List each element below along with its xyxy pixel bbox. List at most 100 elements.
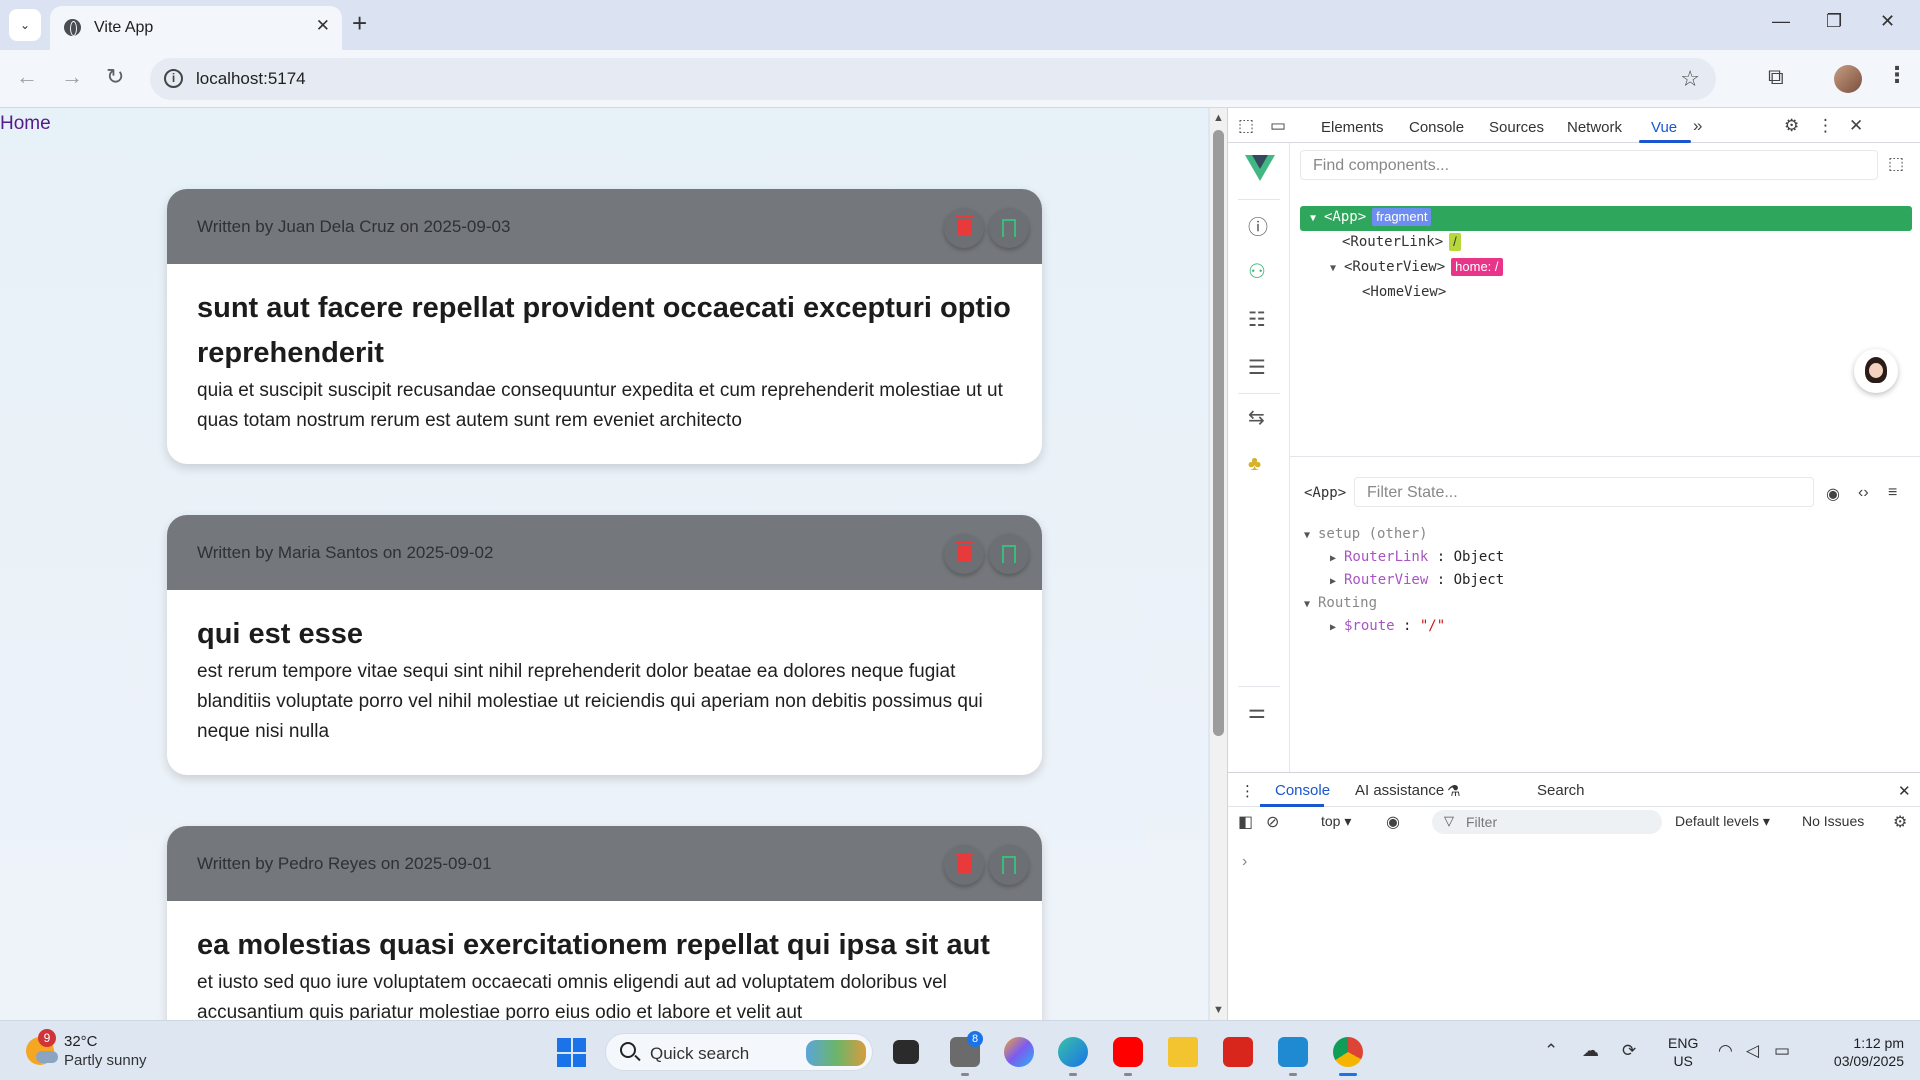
delete-button[interactable]	[944, 845, 984, 885]
expand-triangle-icon[interactable]: ▼	[1304, 524, 1318, 547]
console-settings-gear-icon[interactable]: ⚙	[1893, 812, 1907, 832]
minimize-button[interactable]: —	[1772, 11, 1790, 32]
expand-arrow-icon[interactable]: ▶	[1330, 616, 1344, 639]
tree-row-routerview[interactable]: ▼ <RouterView> home: /	[1300, 256, 1912, 281]
filter-state-input[interactable]: Filter State...	[1354, 477, 1814, 507]
close-window-button[interactable]: ✕	[1880, 11, 1895, 32]
close-devtools-icon[interactable]: ✕	[1849, 116, 1863, 136]
inspect-element-icon[interactable]: ⬚	[1238, 116, 1254, 136]
bookmark-button[interactable]	[989, 208, 1029, 248]
state-section-setup[interactable]: ▼ setup (other)	[1304, 523, 1504, 546]
browser-menu-icon[interactable]: ⋮	[1886, 62, 1908, 88]
drawer-tab-ai-assistance[interactable]: AI assistance	[1355, 782, 1444, 799]
scroll-up-icon[interactable]: ▲	[1213, 112, 1224, 124]
tree-row-homeview[interactable]: <HomeView>	[1300, 281, 1912, 306]
page-scrollbar[interactable]: ▲ ▼	[1210, 108, 1227, 1020]
tab-elements[interactable]: Elements	[1321, 119, 1384, 136]
settings-gear-icon[interactable]: ⚙	[1784, 116, 1799, 136]
expand-arrow-icon[interactable]: ▶	[1330, 570, 1344, 593]
code-icon[interactable]: ‹›	[1858, 484, 1869, 502]
wps-office-icon[interactable]	[1223, 1037, 1253, 1067]
bookmark-star-icon[interactable]: ☆	[1680, 66, 1700, 92]
onedrive-icon[interactable]: ☁	[1582, 1041, 1599, 1061]
live-expression-eye-icon[interactable]: ◉	[1386, 812, 1400, 832]
find-components-input[interactable]: Find components...	[1300, 150, 1878, 180]
expand-triangle-icon[interactable]: ▼	[1330, 257, 1344, 280]
sliders-icon[interactable]: ⚌	[1248, 699, 1266, 724]
profile-avatar[interactable]	[1834, 65, 1862, 93]
expand-triangle-icon[interactable]: ▼	[1310, 207, 1324, 230]
issues-counter[interactable]: No Issues	[1802, 813, 1864, 829]
taskbar-search[interactable]: Quick search	[605, 1033, 873, 1071]
tab-vue[interactable]: Vue	[1651, 119, 1677, 136]
tab-search-button[interactable]: ⌄	[9, 9, 41, 41]
router-icon[interactable]: ⇆	[1248, 405, 1265, 430]
tab-console[interactable]: Console	[1409, 119, 1464, 136]
device-toolbar-icon[interactable]: ▭	[1270, 116, 1286, 136]
expand-arrow-icon[interactable]: ▶	[1330, 547, 1344, 570]
youtube-icon[interactable]	[1113, 1037, 1143, 1067]
panel-divider[interactable]	[1290, 456, 1920, 457]
state-row[interactable]: ▶ RouterLink : Object	[1304, 546, 1504, 569]
forward-button[interactable]: →	[61, 64, 83, 90]
restore-button[interactable]: ❐	[1826, 11, 1842, 32]
extensions-icon[interactable]: ⧉	[1768, 64, 1784, 90]
language-indicator[interactable]: ENG US	[1668, 1034, 1698, 1070]
select-component-icon[interactable]: ⬚	[1888, 154, 1904, 174]
expand-triangle-icon[interactable]: ▼	[1304, 593, 1318, 616]
log-levels-dropdown[interactable]: Default levels ▾	[1675, 813, 1770, 830]
url-text[interactable]: localhost:5174	[196, 69, 306, 89]
timeline-icon[interactable]: ☰	[1248, 355, 1266, 380]
drawer-tab-console[interactable]: Console	[1275, 782, 1330, 799]
close-tab-icon[interactable]: ✕	[316, 16, 330, 36]
more-tabs-icon[interactable]: »	[1693, 116, 1702, 136]
new-tab-button[interactable]: +	[352, 10, 367, 36]
console-filter-input[interactable]: ▽ Filter	[1432, 810, 1662, 834]
sidebar-toggle-icon[interactable]: ◧	[1238, 812, 1253, 832]
site-info-icon[interactable]: i	[164, 69, 183, 88]
edge-icon[interactable]	[1058, 1037, 1088, 1067]
back-button[interactable]: ←	[16, 64, 38, 90]
scroll-down-icon[interactable]: ▼	[1213, 1004, 1224, 1016]
copilot-icon[interactable]	[1004, 1037, 1034, 1067]
vscode-icon[interactable]	[1278, 1037, 1308, 1067]
clear-console-icon[interactable]: ⊘	[1266, 812, 1279, 832]
wifi-icon[interactable]: ◠	[1718, 1041, 1733, 1061]
bookmark-button[interactable]	[989, 534, 1029, 574]
tab-network[interactable]: Network	[1567, 119, 1622, 136]
weather-description[interactable]: Partly sunny	[64, 1052, 147, 1069]
clock[interactable]: 1:12 pm 03/09/2025	[1818, 1034, 1904, 1070]
battery-icon[interactable]: ▭	[1774, 1041, 1790, 1061]
assistant-avatar[interactable]	[1854, 349, 1898, 393]
bookmark-button[interactable]	[989, 845, 1029, 885]
state-row[interactable]: ▶ RouterView : Object	[1304, 569, 1504, 592]
windows-start-icon[interactable]	[557, 1038, 586, 1067]
devtools-menu-icon[interactable]: ⋮	[1817, 116, 1834, 136]
reload-button[interactable]: ↻	[106, 64, 124, 90]
chrome-icon[interactable]	[1333, 1037, 1363, 1067]
eye-scan-icon[interactable]: ◉	[1826, 484, 1840, 504]
console-prompt[interactable]: ›	[1242, 853, 1247, 871]
context-selector[interactable]: top ▾	[1321, 813, 1351, 830]
info-icon[interactable]: ⓘ	[1248, 211, 1268, 240]
state-row[interactable]: ▶ $route : "/"	[1304, 615, 1504, 638]
drawer-menu-icon[interactable]: ⋮	[1240, 782, 1255, 800]
task-view-icon[interactable]	[893, 1040, 919, 1064]
tree-row-routerlink[interactable]: <RouterLink> /	[1300, 231, 1912, 256]
file-explorer-icon[interactable]	[1168, 1037, 1198, 1067]
volume-icon[interactable]: ◁	[1746, 1041, 1759, 1061]
collapse-icon[interactable]: ≡	[1888, 484, 1897, 502]
browser-tab[interactable]: Vite App ✕	[50, 6, 342, 50]
pinia-icon[interactable]: ♣	[1248, 453, 1261, 476]
sync-icon[interactable]: ⟳	[1622, 1041, 1636, 1061]
home-link[interactable]: Home	[0, 113, 51, 135]
close-drawer-icon[interactable]: ✕	[1898, 782, 1911, 800]
components-icon[interactable]: ⚇	[1248, 259, 1266, 284]
delete-button[interactable]	[944, 208, 984, 248]
state-section-routing[interactable]: ▼ Routing	[1304, 592, 1504, 615]
component-tree-icon[interactable]: ☷	[1248, 307, 1266, 332]
weather-temperature[interactable]: 32°C	[64, 1033, 98, 1050]
delete-button[interactable]	[944, 534, 984, 574]
address-bar[interactable]: i localhost:5174 ☆	[150, 58, 1716, 100]
tray-overflow-icon[interactable]: ⌃	[1544, 1041, 1558, 1061]
